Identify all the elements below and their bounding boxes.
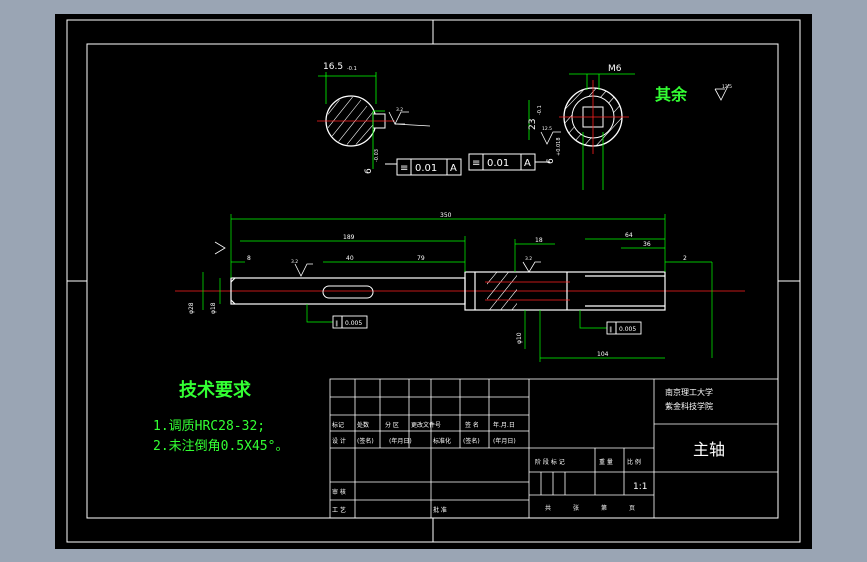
part-name: 主轴	[693, 440, 725, 459]
dim-18: 18	[535, 237, 543, 244]
school-line-2: 紫金科技学院	[665, 401, 713, 411]
symmetry-symbol-2: ≡	[472, 158, 480, 169]
label-weight: 重 量	[599, 458, 613, 466]
main-dimensions	[202, 214, 713, 362]
label-approve: 批 准	[433, 506, 447, 514]
dim-6-b: 6	[546, 158, 556, 164]
runout-value-left: 0.005	[345, 320, 362, 327]
tech-req-item-2: 2.未注倒角0.5X45°。	[153, 439, 288, 454]
tech-req-title: 技术要求	[179, 379, 252, 401]
roughness-main-right: 3.2	[525, 256, 532, 262]
school-line-1: 南京理工大学	[665, 387, 713, 397]
tolerance-frame-2: ≡ 0.01 A	[468, 153, 550, 171]
dim-16-5: 16.5	[323, 62, 343, 72]
runout-symbol-right: ∥	[609, 326, 612, 333]
label-sign: 签 名	[465, 421, 479, 429]
tol-value-1: 0.01	[415, 163, 437, 174]
label-no: 第	[601, 504, 607, 512]
section-a-hatch	[327, 97, 375, 145]
label-total: 共	[545, 504, 551, 512]
label-stage-mark: 阶 段 标 记	[535, 458, 565, 466]
cad-drawing: 16.5 -0.1 6 -0.03 3.2 ≡ 0.01 A ≡ 0.01 A	[66, 19, 801, 543]
dia-left-2: φ18	[210, 302, 217, 314]
dim-23: 23	[528, 119, 538, 130]
label-review: 审 核	[332, 488, 346, 496]
label-design-date: (年月日)	[389, 437, 412, 445]
dim-40: 40	[346, 255, 354, 262]
label-design-sign: (签名)	[357, 437, 374, 445]
roughness-symbol-a	[388, 111, 431, 127]
dia-right: φ10	[516, 332, 523, 344]
dim-6-b-tol: +0.018	[556, 137, 562, 156]
runout-symbol-left: ∥	[335, 320, 338, 327]
label-date: 年.月.日	[493, 421, 515, 429]
label-design: 设 计	[332, 437, 346, 445]
dim-6-a-tol: -0.03	[374, 149, 380, 162]
roughness-symbol-main-right	[522, 261, 541, 273]
section-b: M6 23 -0.1 6 +0.018 12.5	[528, 64, 635, 190]
runout-frame-left: ∥ 0.005	[306, 304, 368, 329]
label-standard-sign: (签名)	[463, 437, 480, 445]
roughness-other: 12.5	[722, 84, 732, 90]
symmetry-symbol-1: ≡	[400, 163, 408, 174]
label-craft: 工 艺	[332, 506, 346, 514]
tol-datum-2: A	[524, 158, 531, 169]
tol-datum-1: A	[450, 163, 457, 174]
tolerance-frame-1: ≡ 0.01 A	[385, 158, 462, 176]
dim-8: 8	[247, 255, 251, 262]
tech-req-item-1: 1.调质HRC28-32;	[153, 419, 265, 434]
dia-left: φ28	[188, 302, 195, 314]
dim-2: 2	[683, 255, 687, 262]
roughness-main-left: 3.2	[291, 259, 298, 265]
label-zone: 分 区	[385, 421, 399, 429]
dim-23-tol: -0.1	[537, 105, 543, 115]
keyway-slot	[322, 285, 374, 299]
label-mark: 标记	[332, 421, 344, 429]
roughness-symbol-left-end	[214, 241, 226, 255]
dim-189: 189	[343, 234, 355, 241]
drawing-sheet: 16.5 -0.1 6 -0.03 3.2 ≡ 0.01 A ≡ 0.01 A	[55, 14, 812, 549]
dim-104: 104	[597, 351, 609, 358]
runout-frame-right: ∥ 0.005	[579, 310, 642, 335]
drawing-frame	[66, 19, 801, 543]
roughness-symbol-main-left	[294, 263, 313, 277]
thread-m6: M6	[608, 64, 622, 74]
runout-value-right: 0.005	[619, 326, 636, 333]
dim-16-5-tol: -0.1	[347, 66, 357, 72]
label-page: 页	[629, 505, 635, 512]
dim-64: 64	[625, 232, 633, 239]
label-change-doc: 更改文件号	[411, 421, 441, 429]
dim-350: 350	[440, 212, 452, 219]
roughness-b: 12.5	[542, 126, 552, 132]
section-a: 16.5 -0.1 6 -0.03 3.2	[317, 62, 431, 174]
label-sheet: 张	[573, 504, 579, 512]
label-standard-date: (年月日)	[493, 437, 516, 445]
dim-6-a: 6	[364, 168, 374, 174]
shaft-main-view	[175, 271, 745, 311]
label-standard: 标准化	[433, 437, 451, 445]
scale-value: 1:1	[633, 482, 647, 492]
dim-79: 79	[417, 255, 425, 262]
dim-36: 36	[643, 241, 651, 248]
other-surfaces-label: 其余	[655, 85, 688, 104]
tol-value-2: 0.01	[487, 158, 509, 169]
label-ratio: 比 例	[627, 458, 641, 466]
label-count: 处数	[357, 421, 369, 429]
roughness-a: 3.2	[396, 107, 403, 113]
